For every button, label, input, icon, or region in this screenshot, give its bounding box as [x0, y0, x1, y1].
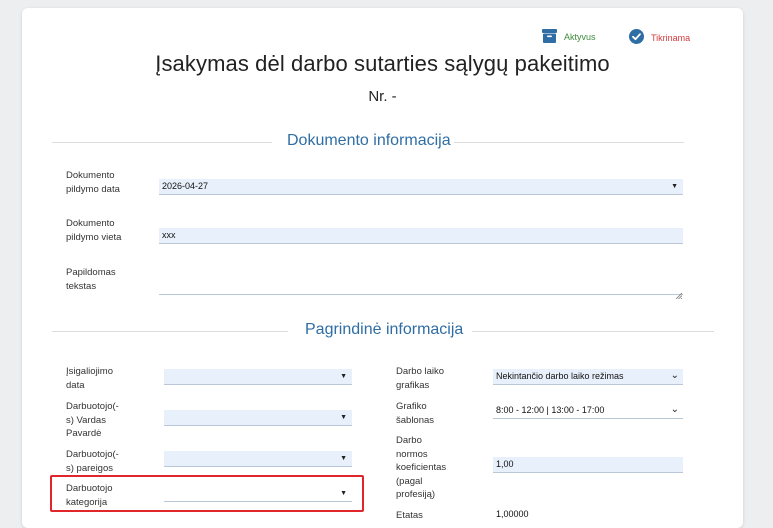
- doc-date-value: 2026-04-27: [162, 181, 209, 191]
- rate-value: 1,00000: [496, 509, 529, 519]
- caret-down-icon: ▼: [340, 455, 347, 462]
- document-card: Aktyvus Tikrinama Įsakymas dėl darbo sut…: [22, 8, 743, 528]
- section-main-info: Pagrindinė informacija: [52, 321, 714, 341]
- employee-position-label: Darbuotojo(-s) pareigos: [66, 449, 119, 474]
- section-main-info-title: Pagrindinė informacija: [305, 321, 464, 338]
- work-schedule-value: Nekintančio darbo laiko režimas: [496, 371, 624, 381]
- effective-date-label: Įsigaliojimo data: [66, 366, 113, 391]
- status-checking-label: Tikrinama: [651, 32, 691, 43]
- work-schedule-label: Darbo laiko grafikas: [396, 366, 445, 391]
- effective-date-field[interactable]: ▼: [164, 369, 352, 385]
- schedule-template-label: Grafiko šablonas: [396, 401, 435, 426]
- doc-date-label: Dokumento pildymo data: [66, 170, 120, 195]
- employee-name-field[interactable]: ▼: [164, 410, 352, 426]
- doc-place-value: xxx: [162, 230, 176, 240]
- caret-down-icon: ▼: [671, 183, 678, 190]
- resize-handle-icon[interactable]: [675, 286, 683, 300]
- employee-position-field[interactable]: ▼: [164, 451, 352, 467]
- work-schedule-select[interactable]: Nekintančio darbo laiko režimas ⌄: [493, 369, 683, 385]
- section-document-info-title: Dokumento informacija: [287, 132, 451, 149]
- employee-name-label: Darbuotojo(-s) Vardas Pavardė: [66, 401, 119, 439]
- page-title: Įsakymas dėl darbo sutarties sąlygų pake…: [155, 51, 610, 76]
- caret-down-icon: ▼: [340, 414, 347, 421]
- check-circle-icon: [629, 29, 644, 46]
- caret-down-icon: ▼: [340, 490, 347, 497]
- chevron-down-icon: ⌄: [670, 404, 679, 415]
- caret-down-icon: ▼: [340, 373, 347, 380]
- schedule-template-select[interactable]: 8:00 - 12:00 | 13:00 - 17:00 ⌄: [493, 403, 683, 419]
- employee-category-label: Darbuotojo kategorija: [66, 483, 113, 508]
- schedule-template-value: 8:00 - 12:00 | 13:00 - 17:00: [496, 405, 605, 415]
- norm-coefficient-field[interactable]: 1,00: [493, 457, 683, 473]
- section-document-info: Dokumento informacija: [52, 132, 684, 152]
- doc-extra-label: Papildomas tekstas: [66, 267, 116, 292]
- doc-date-field[interactable]: 2026-04-27 ▼: [159, 179, 683, 195]
- status-active-label: Aktyvus: [564, 32, 596, 42]
- doc-extra-textarea[interactable]: [159, 274, 683, 300]
- status-checking: Tikrinama: [629, 29, 690, 46]
- doc-place-label: Dokumento pildymo vieta: [66, 218, 122, 243]
- status-active: Aktyvus: [542, 29, 596, 45]
- rate-label: Etatas: [396, 510, 423, 521]
- norm-coefficient-value: 1,00: [496, 459, 514, 469]
- chevron-down-icon: ⌄: [670, 370, 679, 381]
- doc-place-field[interactable]: xxx: [159, 228, 683, 244]
- employee-category-field[interactable]: ▼: [164, 486, 352, 502]
- archive-box-icon: [542, 29, 557, 45]
- document-number: Nr. -: [368, 88, 397, 105]
- norm-coefficient-label: Darbo normos koeficientas (pagal profesi…: [396, 435, 447, 500]
